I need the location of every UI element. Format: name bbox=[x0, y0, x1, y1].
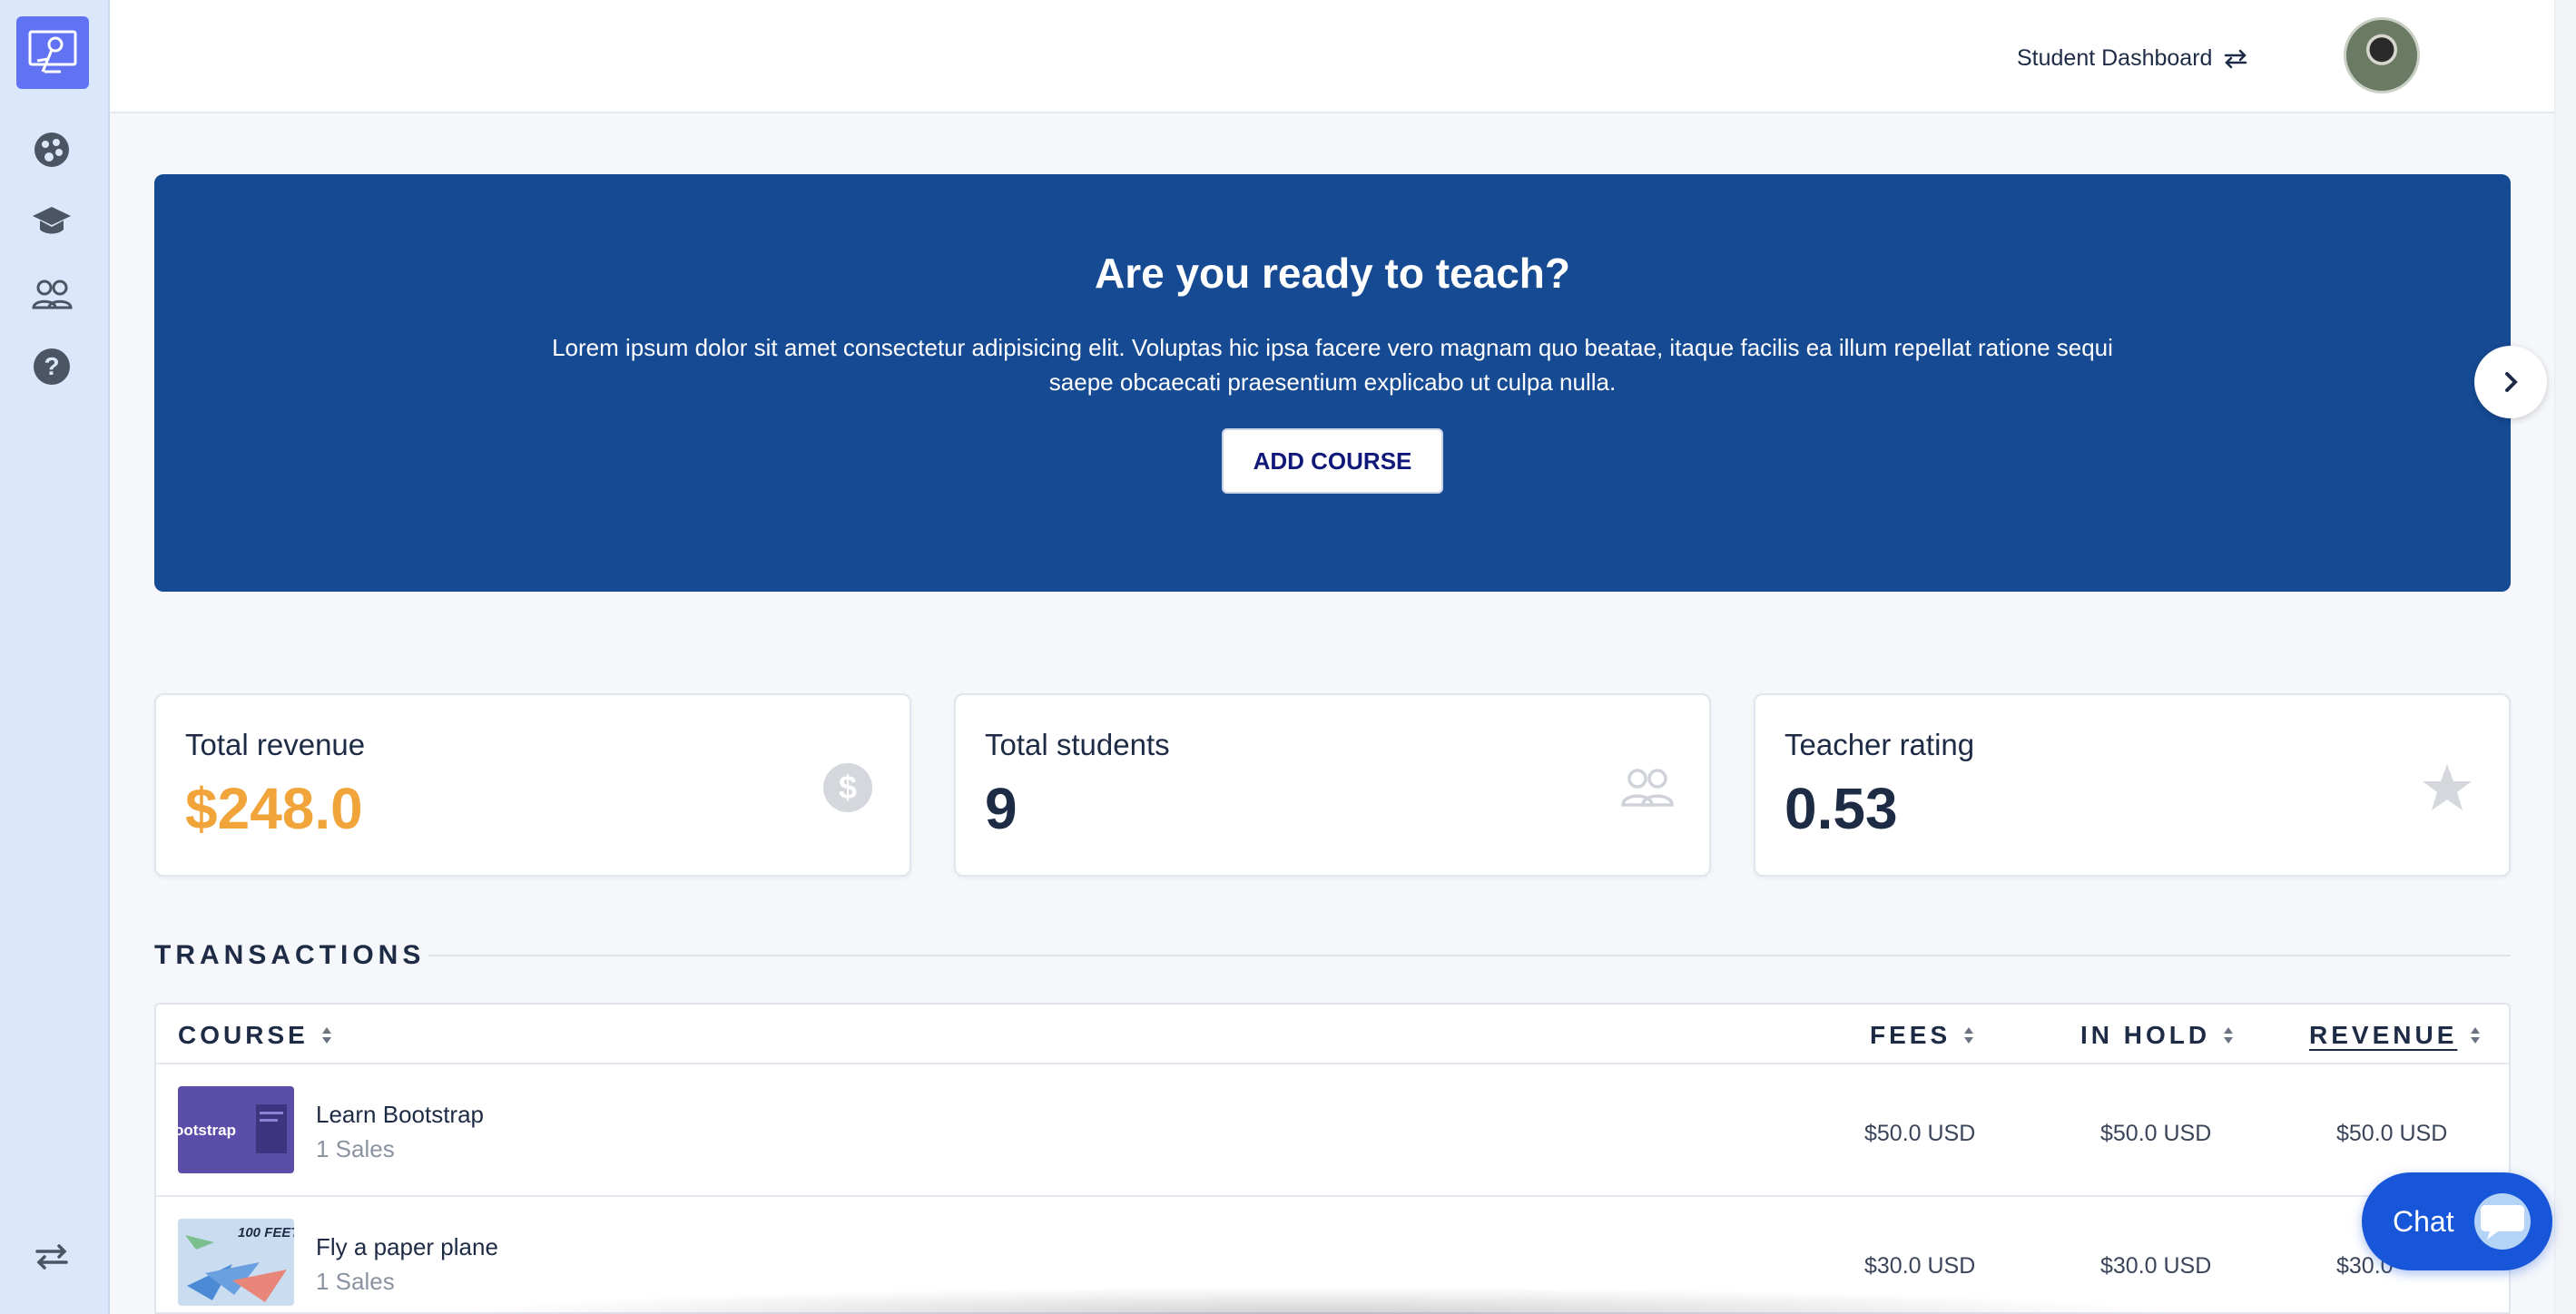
total-students-card: Total students 9 bbox=[954, 693, 1711, 877]
switch-label: Student Dashboard bbox=[2017, 45, 2213, 71]
in-hold-cell: $30.0 USD bbox=[2100, 1253, 2212, 1279]
table-row[interactable]: ootstrap Learn Bootstrap 1 Sales $50.0 U… bbox=[156, 1064, 2509, 1197]
teacher-rating-card: Teacher rating 0.53 bbox=[1754, 693, 2511, 877]
stat-label: Teacher rating bbox=[1785, 728, 1975, 761]
palette-icon[interactable] bbox=[27, 125, 76, 174]
column-label: FEES bbox=[1870, 1021, 1952, 1049]
chevron-right-icon bbox=[2505, 372, 2518, 392]
course-name: Learn Bootstrap bbox=[316, 1101, 485, 1128]
sort-icon bbox=[321, 1027, 331, 1044]
column-in-hold[interactable]: IN HOLD bbox=[2080, 1021, 2234, 1050]
course-name: Fly a paper plane bbox=[316, 1233, 498, 1260]
bottom-shadow bbox=[454, 1287, 2178, 1314]
stat-value: 9 bbox=[985, 776, 1018, 841]
app-logo-icon[interactable] bbox=[16, 16, 89, 89]
column-fees[interactable]: FEES bbox=[1870, 1021, 1974, 1050]
graduation-cap-icon[interactable] bbox=[27, 197, 76, 246]
hero-title: Are you ready to teach? bbox=[1094, 250, 1571, 297]
column-label: IN HOLD bbox=[2080, 1021, 2211, 1049]
users-icon bbox=[1618, 759, 1676, 817]
course-sales: 1 Sales bbox=[316, 1135, 395, 1162]
in-hold-cell: $50.0 USD bbox=[2100, 1121, 2212, 1146]
help-icon[interactable]: ? bbox=[27, 342, 76, 391]
thumbnail-text: ootstrap bbox=[178, 1122, 236, 1139]
sort-icon bbox=[2471, 1027, 2481, 1044]
column-label: REVENUE bbox=[2309, 1021, 2458, 1049]
chat-button[interactable]: Chat bbox=[2362, 1172, 2552, 1270]
stat-label: Total revenue bbox=[185, 728, 366, 761]
sidebar: ? bbox=[0, 0, 110, 1314]
sort-icon bbox=[1964, 1027, 1974, 1044]
svg-text:$: $ bbox=[839, 769, 857, 806]
total-revenue-card: Total revenue $248.0 $ bbox=[154, 693, 911, 877]
star-icon bbox=[2418, 759, 2476, 817]
sort-icon bbox=[2224, 1027, 2234, 1044]
hero-text: Lorem ipsum dolor sit amet consectetur a… bbox=[552, 334, 2113, 396]
stat-value: $248.0 bbox=[185, 776, 363, 841]
chat-label: Chat bbox=[2393, 1204, 2454, 1238]
stat-value: 0.53 bbox=[1785, 776, 1898, 841]
add-course-button[interactable]: ADD COURSE bbox=[1222, 428, 1443, 494]
hero-next-button[interactable] bbox=[2474, 346, 2547, 418]
column-revenue[interactable]: REVENUE bbox=[2309, 1021, 2481, 1050]
course-thumbnail: 100 FEET! bbox=[178, 1219, 294, 1306]
column-label: COURSE bbox=[178, 1021, 309, 1049]
student-dashboard-switch[interactable]: Student Dashboard bbox=[2017, 45, 2248, 72]
page-scrollbar[interactable] bbox=[2554, 0, 2576, 1314]
transactions-title: TRANSACTIONS bbox=[154, 940, 426, 970]
svg-text:?: ? bbox=[44, 352, 59, 380]
dollar-icon: $ bbox=[819, 759, 877, 817]
thumbnail-text: 100 FEET! bbox=[238, 1225, 294, 1240]
chat-bubble-icon bbox=[2473, 1193, 2531, 1250]
transactions-table: COURSE FEES IN HOLD REVENUE ootstrap Lea… bbox=[154, 1003, 2511, 1314]
column-course[interactable]: COURSE bbox=[178, 1021, 332, 1050]
swap-arrows-icon[interactable] bbox=[27, 1232, 76, 1281]
stat-label: Total students bbox=[985, 728, 1170, 761]
swap-arrows-icon bbox=[2225, 49, 2247, 68]
revenue-cell: $50.0 USD bbox=[2336, 1121, 2448, 1146]
section-divider bbox=[428, 955, 2511, 956]
course-thumbnail: ootstrap bbox=[178, 1086, 294, 1173]
users-icon[interactable] bbox=[27, 270, 76, 319]
fees-cell: $30.0 USD bbox=[1864, 1253, 1976, 1279]
course-sales: 1 Sales bbox=[316, 1268, 395, 1295]
hero-banner: Are you ready to teach? Lorem ipsum dolo… bbox=[154, 174, 2511, 592]
fees-cell: $50.0 USD bbox=[1864, 1121, 1976, 1146]
user-avatar[interactable] bbox=[2344, 17, 2420, 93]
